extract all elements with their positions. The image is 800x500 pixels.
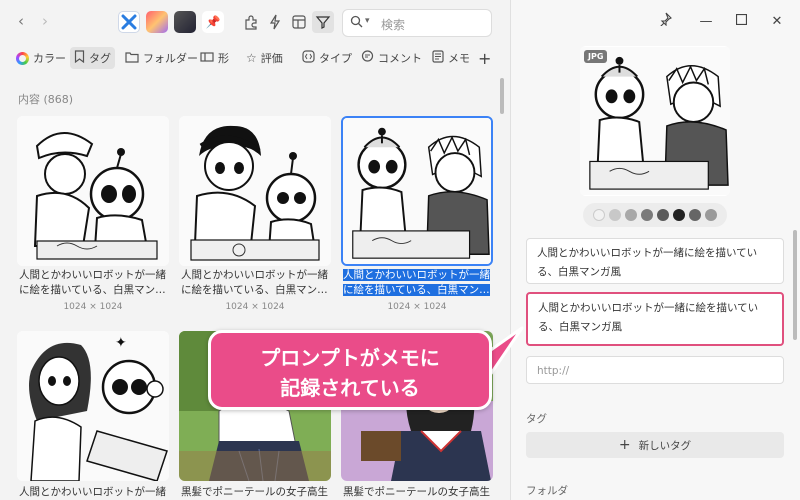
url-field[interactable]: http://	[526, 356, 784, 384]
plus-icon: +	[618, 437, 631, 453]
color-swatch[interactable]	[673, 209, 685, 221]
color-swatch[interactable]	[705, 209, 717, 221]
extension-icon[interactable]	[240, 11, 262, 33]
filter-label: カラー	[33, 52, 66, 65]
shape-icon	[200, 51, 214, 66]
app-switch-icon[interactable]	[118, 11, 140, 33]
pin-icon[interactable]	[655, 12, 675, 32]
scrollbar[interactable]	[500, 78, 504, 114]
image-card[interactable]: ✦ 人間とかわいいロボットが一緒	[17, 331, 169, 500]
image-card-selected[interactable]: 人間とかわいいロボットが一緒に絵を描いている、白黒マン… 1024 × 1024	[341, 116, 493, 316]
filter-tag[interactable]: タグ	[70, 47, 115, 69]
maximize-icon[interactable]	[731, 12, 751, 32]
color-palette	[583, 203, 727, 227]
filter-color[interactable]: カラー	[12, 47, 70, 69]
search-icon	[350, 15, 363, 32]
image-dimensions: 1024 × 1024	[63, 302, 123, 312]
image-dimensions: 1024 × 1024	[225, 302, 285, 312]
image-thumbnail[interactable]	[17, 116, 169, 266]
image-thumbnail[interactable]	[179, 116, 331, 266]
color-swatch[interactable]	[657, 209, 669, 221]
filter-type[interactable]: タイプ	[298, 47, 356, 69]
image-caption: 黒髪でポニーテールの女子高生	[343, 486, 490, 498]
star-icon: ☆	[246, 51, 257, 65]
image-dimensions: 1024 × 1024	[387, 302, 447, 312]
image-caption: 人間とかわいいロボットが一緒に絵を描いている、白黒マン…	[19, 269, 166, 296]
color-swatch[interactable]	[689, 209, 701, 221]
image-caption: 人間とかわいいロボットが一緒	[19, 486, 166, 498]
filter-label: フォルダー	[143, 52, 198, 65]
top-toolbar: ‹ › 📌 ▾ 検索	[0, 0, 510, 44]
inspector-pane: — ✕ JPG 人間とかわいいロボットが一緒に絵を描いている、白黒マンガ風 人間…	[510, 0, 800, 500]
bookmark-icon	[74, 50, 85, 66]
image-caption: 人間とかわいいロボットが一緒に絵を描いている、白黒マン…	[181, 269, 328, 296]
pin-app-icon[interactable]: 📌	[202, 11, 224, 33]
filter-shape[interactable]: 形	[196, 47, 233, 69]
folder-section-label: フォルダ	[526, 485, 568, 497]
color-swatch[interactable]	[641, 209, 653, 221]
callout-line-1: プロンプトがメモに	[260, 346, 440, 370]
new-tag-label: 新しいタグ	[638, 439, 692, 452]
forward-arrow-icon[interactable]: ›	[36, 12, 54, 30]
new-tag-button[interactable]: + 新しいタグ	[526, 432, 784, 458]
callout-line-2: 記録されている	[280, 376, 420, 400]
memo-icon	[432, 50, 444, 66]
color-swatch[interactable]	[625, 209, 637, 221]
image-caption: 人間とかわいいロボットが一緒に絵を描いている、白黒マン…	[343, 268, 493, 298]
scrollbar[interactable]	[793, 230, 797, 340]
add-filter-icon[interactable]: +	[474, 47, 495, 69]
filter-rating[interactable]: ☆ 評価	[242, 47, 287, 69]
back-arrow-icon[interactable]: ‹	[12, 12, 30, 30]
filter-folder[interactable]: フォルダー	[121, 47, 202, 69]
filter-label: 評価	[260, 52, 283, 65]
filter-label: メモ	[448, 52, 470, 65]
image-caption: 黒髪でポニーテールの女子高生	[181, 486, 328, 498]
svg-text:✦: ✦	[115, 335, 127, 351]
search-placeholder: 検索	[381, 18, 406, 32]
color-swatch[interactable]	[593, 209, 605, 221]
filter-label: タイプ	[319, 52, 352, 65]
search-input[interactable]: ▾ 検索	[342, 9, 492, 37]
folder-icon	[125, 51, 139, 66]
color-app-icon[interactable]	[146, 11, 168, 33]
minimize-icon[interactable]: —	[696, 12, 716, 32]
filter-bar: カラー タグ フォルダー 形 ☆ 評価 タイプ コメント メモ +	[0, 44, 510, 72]
annotation-callout: プロンプトがメモに 記録されている	[208, 330, 492, 410]
format-badge: JPG	[584, 50, 608, 63]
color-wheel-icon	[16, 51, 29, 65]
image-preview[interactable]: JPG	[580, 46, 730, 196]
filter-comment[interactable]: コメント	[357, 47, 426, 69]
memo-field[interactable]: 人間とかわいいロボットが一緒に絵を描いている、白黒マンガ風	[526, 292, 784, 346]
comment-icon	[361, 50, 374, 66]
lightning-icon[interactable]	[264, 11, 286, 33]
tag-section-label: タグ	[526, 413, 547, 425]
library-pane: ‹ › 📌 ▾ 検索 カラー タグ フォルダー 形 ☆ 評価 タイプ コメント …	[0, 0, 510, 500]
layout-icon[interactable]	[288, 11, 310, 33]
callout-text: プロンプトがメモに 記録されている	[211, 343, 489, 403]
image-thumbnail[interactable]: ✦	[17, 331, 169, 481]
image-card[interactable]: 人間とかわいいロボットが一緒に絵を描いている、白黒マン… 1024 × 1024	[179, 116, 331, 316]
close-icon[interactable]: ✕	[767, 12, 787, 32]
filter-label: タグ	[89, 52, 111, 65]
image-thumbnail[interactable]	[341, 116, 493, 266]
content-count: 内容 (868)	[18, 93, 74, 106]
image-card[interactable]: 人間とかわいいロボットが一緒に絵を描いている、白黒マン… 1024 × 1024	[17, 116, 169, 316]
filter-icon[interactable]	[312, 11, 334, 33]
dark-app-icon[interactable]	[174, 11, 196, 33]
file-type-icon	[302, 50, 315, 66]
chevron-down-icon[interactable]: ▾	[365, 16, 370, 26]
image-caption-text: 人間とかわいいロボットが一緒に絵を描いている、白黒マン…	[343, 269, 490, 296]
title-field[interactable]: 人間とかわいいロボットが一緒に絵を描いている、白黒マンガ風	[526, 238, 784, 284]
color-swatch[interactable]	[609, 209, 621, 221]
filter-label: 形	[218, 52, 229, 65]
filter-memo[interactable]: メモ	[428, 47, 474, 69]
filter-label: コメント	[378, 52, 422, 65]
